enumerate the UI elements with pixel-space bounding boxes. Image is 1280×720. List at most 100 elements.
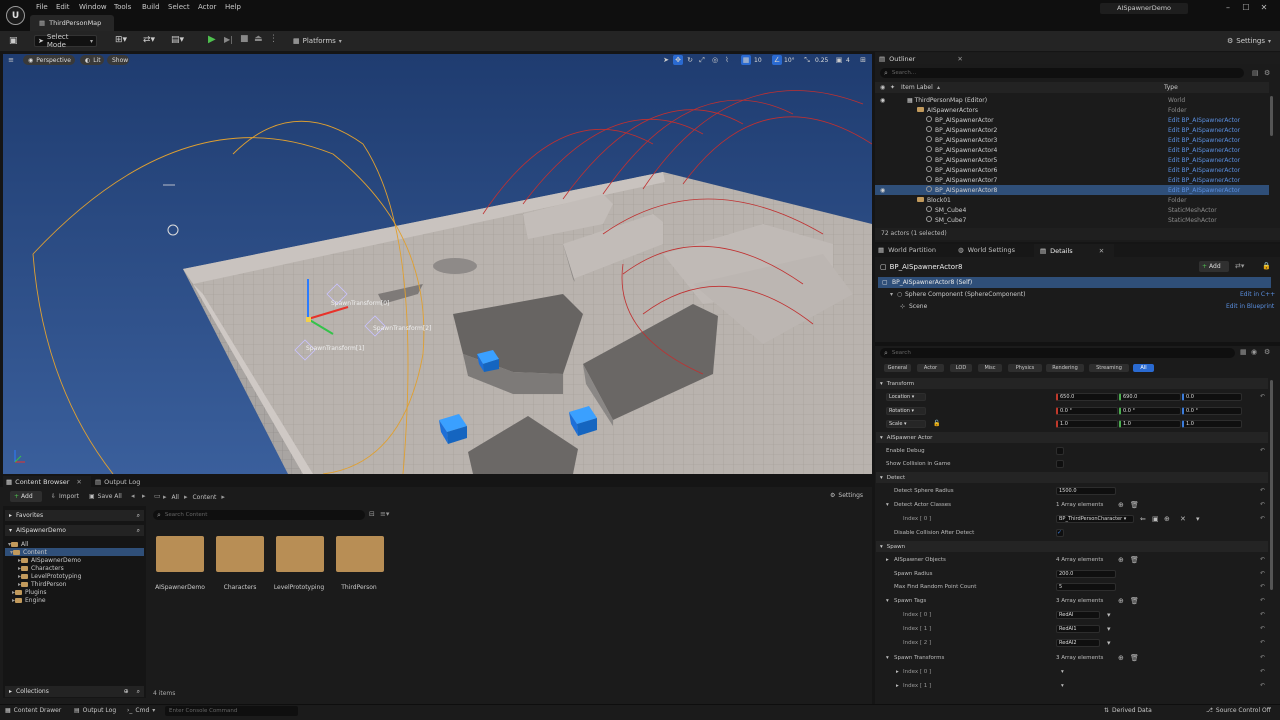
favorites-header[interactable]: ▸ Favorites ⌕ bbox=[5, 510, 144, 521]
category-detect[interactable]: ▾ Detect bbox=[876, 472, 1268, 483]
tree-characters[interactable]: ▸ Characters bbox=[18, 564, 64, 572]
location-z[interactable]: 0.0 bbox=[1182, 393, 1242, 401]
maximize-icon[interactable]: ☐ bbox=[1240, 3, 1252, 12]
eject-icon[interactable]: ⏏ bbox=[254, 34, 263, 44]
lit-button[interactable]: ◐ Lit bbox=[80, 55, 104, 65]
step-icon[interactable]: ▶| bbox=[224, 35, 233, 44]
enable-debug-checkbox[interactable] bbox=[1056, 447, 1064, 455]
select-mode-dropdown[interactable]: ➤ Select Mode ▾ bbox=[34, 33, 97, 49]
detect-class-dropdown[interactable]: BP_ThirdPersonCharacter ▾ bbox=[1056, 515, 1134, 523]
outliner-row[interactable]: SM_Cube4 StaticMeshActor bbox=[875, 205, 1269, 215]
menu-file[interactable]: File bbox=[36, 3, 48, 11]
play-icon[interactable]: ▶ bbox=[208, 34, 216, 45]
lock-icon[interactable]: 🔒 bbox=[1262, 262, 1271, 270]
more-options-icon[interactable]: ⋮ bbox=[269, 34, 278, 44]
tab-thirdpersonmap[interactable]: ▦ ThirdPersonMap bbox=[30, 15, 114, 31]
outliner-row[interactable]: BP_AISpawnerActor5 Edit BP_AISpawnerActor bbox=[875, 155, 1269, 165]
close-tab-icon[interactable]: ✕ bbox=[1099, 247, 1104, 255]
filter-streaming[interactable]: Streaming bbox=[1089, 364, 1129, 372]
menu-help[interactable]: Help bbox=[225, 3, 241, 11]
world-space-icon[interactable]: ◎ bbox=[710, 55, 720, 65]
scale-lock-icon[interactable]: 🔓 bbox=[933, 420, 940, 427]
filter-physics[interactable]: Physics bbox=[1008, 364, 1042, 372]
outliner-row[interactable]: ▦ ThirdPersonMap (Editor) World ◉ bbox=[875, 95, 1269, 105]
source-control-button[interactable]: ⎇ Source Control Off bbox=[1206, 707, 1271, 714]
menu-actor[interactable]: Actor bbox=[198, 3, 216, 11]
eye-icon[interactable]: ◉ bbox=[1251, 348, 1257, 356]
chevron-down-icon[interactable]: ▾ bbox=[886, 655, 889, 661]
category-spawn[interactable]: ▾ Spawn bbox=[876, 541, 1268, 552]
show-collision-checkbox[interactable] bbox=[1056, 460, 1064, 468]
chevron-down-icon[interactable]: ▾ bbox=[1061, 683, 1064, 689]
search-icon[interactable]: ⌕ bbox=[137, 512, 140, 520]
category-transform[interactable]: ▾ Transform bbox=[876, 378, 1268, 389]
trash-icon[interactable]: 🗑 bbox=[1130, 501, 1139, 509]
add-filter-icon[interactable]: ▤ bbox=[1252, 69, 1259, 77]
edit-blueprint-link[interactable]: Edit BP_AISpawnerActor bbox=[1168, 167, 1240, 174]
col-type[interactable]: Type bbox=[1164, 84, 1178, 91]
spawn-tag-input[interactable]: RedAI2 bbox=[1056, 639, 1100, 647]
details-search[interactable]: ⌕ Search bbox=[880, 348, 1235, 358]
scene-component-label[interactable]: Scene bbox=[909, 303, 927, 310]
scale-tool-icon[interactable]: ⤢ bbox=[697, 55, 707, 65]
visibility-icon[interactable]: ◉ bbox=[880, 187, 885, 194]
reset-arrow-icon[interactable]: ↶ bbox=[1260, 611, 1265, 618]
reset-arrow-icon[interactable]: ↶ bbox=[1260, 515, 1265, 522]
menu-edit[interactable]: Edit bbox=[56, 3, 70, 11]
edit-blueprint-link[interactable]: Edit BP_AISpawnerActor bbox=[1168, 137, 1240, 144]
tab-world-settings[interactable]: ◍ World Settings bbox=[958, 246, 1015, 254]
chevron-down-icon[interactable]: ▾ bbox=[1107, 611, 1111, 619]
search-icon[interactable]: ⌕ bbox=[137, 527, 140, 535]
folder-levelprototyping[interactable] bbox=[276, 536, 324, 572]
level-viewport[interactable]: SpawnTransform[0] SpawnTransform[1] Spaw… bbox=[3, 54, 872, 474]
breadcrumb-content[interactable]: Content bbox=[192, 494, 216, 501]
detect-radius-input[interactable]: 1500.0 bbox=[1056, 487, 1116, 495]
reset-arrow-icon[interactable]: ↶ bbox=[1260, 501, 1265, 508]
forward-icon[interactable]: ▸ bbox=[142, 492, 146, 500]
chevron-down-icon[interactable]: ▾ bbox=[886, 502, 889, 508]
add-actor-icon[interactable]: ⊞▾ bbox=[115, 35, 127, 45]
outliner-row[interactable]: BP_AISpawnerActor Edit BP_AISpawnerActor bbox=[875, 115, 1269, 125]
location-x[interactable]: 650.0 bbox=[1056, 393, 1118, 401]
outliner-row[interactable]: BP_AISpawnerActor2 Edit BP_AISpawnerActor bbox=[875, 125, 1269, 135]
settings-button[interactable]: ⚙ Settings ▾ bbox=[1224, 35, 1276, 47]
menu-window[interactable]: Window bbox=[79, 3, 107, 11]
outliner-row[interactable]: Block01 Folder bbox=[875, 195, 1269, 205]
add-collection-icon[interactable]: ⊕ bbox=[124, 688, 129, 695]
edit-blueprint-link[interactable]: Edit BP_AISpawnerActor bbox=[1168, 117, 1240, 124]
output-log-button[interactable]: ▤ Output Log bbox=[74, 707, 116, 714]
visibility-col-icon[interactable]: ◉ bbox=[880, 84, 885, 91]
rotation-x[interactable]: 0.0 ° bbox=[1056, 407, 1118, 415]
add-button[interactable]: + Add bbox=[10, 491, 42, 502]
outliner-settings-icon[interactable]: ⚙ bbox=[1264, 69, 1270, 77]
browse-icon[interactable]: ▣ bbox=[1152, 515, 1159, 523]
scale-x[interactable]: 1.0 bbox=[1056, 420, 1118, 428]
camera-speed-value[interactable]: 4 bbox=[846, 57, 850, 64]
edit-blueprint-link[interactable]: Edit BP_AISpawnerActor bbox=[1168, 177, 1240, 184]
console-input[interactable]: Enter Console Command bbox=[165, 706, 298, 716]
derived-data-button[interactable]: ⇅ Derived Data bbox=[1104, 707, 1152, 714]
surface-snap-icon[interactable]: ⌇ bbox=[722, 55, 732, 65]
save-search-icon[interactable]: ⊟ bbox=[369, 510, 375, 518]
outliner-row[interactable]: BP_AISpawnerActor8 Edit BP_AISpawnerActor… bbox=[875, 185, 1269, 195]
filter-icon[interactable]: ≡▾ bbox=[380, 510, 389, 518]
search-icon[interactable]: ⌕ bbox=[137, 688, 140, 696]
trash-icon[interactable]: 🗑 bbox=[1130, 597, 1139, 605]
tree-aispawnerdemo[interactable]: ▸ AISpawnerDemo bbox=[18, 556, 81, 564]
navigate-icon[interactable]: ⇐ bbox=[1140, 515, 1146, 523]
outliner-row[interactable]: BP_AISpawnerActor4 Edit BP_AISpawnerActor bbox=[875, 145, 1269, 155]
back-icon[interactable]: ◂ bbox=[131, 492, 135, 500]
edit-cpp-link[interactable]: Edit in C++ bbox=[1240, 291, 1275, 298]
save-all-button[interactable]: ▣ Save All bbox=[89, 491, 122, 502]
reset-arrow-icon[interactable]: ↶ bbox=[1260, 393, 1265, 400]
edit-blueprint-link[interactable]: Edit BP_AISpawnerActor bbox=[1168, 157, 1240, 164]
clear-icon[interactable]: ✕ bbox=[1180, 515, 1186, 523]
rotation-z[interactable]: 0.0 ° bbox=[1182, 407, 1242, 415]
folder-thirdperson[interactable] bbox=[336, 536, 384, 572]
rotation-snap-icon[interactable]: ∠ bbox=[772, 55, 782, 65]
chevron-down-icon[interactable]: ▾ bbox=[890, 291, 893, 298]
content-drawer-button[interactable]: ▦ Content Drawer bbox=[5, 707, 61, 714]
folder-aispawnerdemo[interactable] bbox=[156, 536, 204, 572]
reset-arrow-icon[interactable]: ↶ bbox=[1260, 668, 1265, 675]
outliner-row[interactable]: BP_AISpawnerActor3 Edit BP_AISpawnerActor bbox=[875, 135, 1269, 145]
